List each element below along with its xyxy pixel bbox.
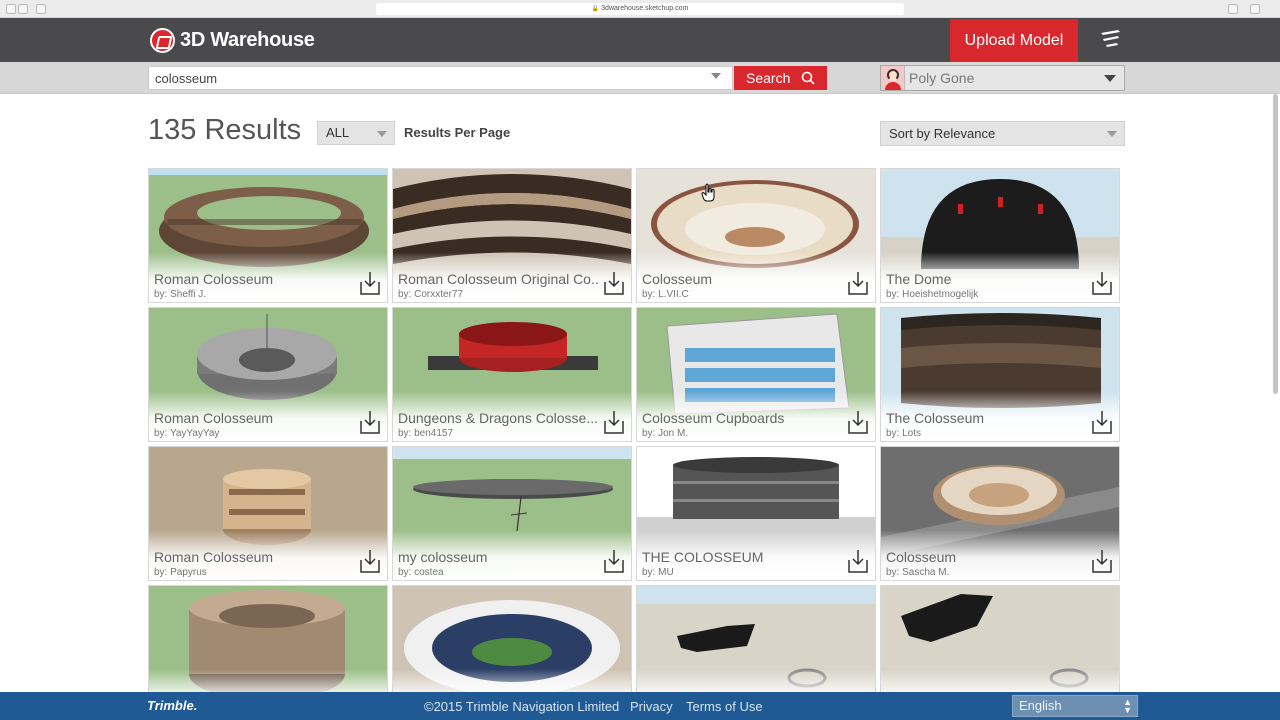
model-author[interactable]: by: YayYayYay [154, 428, 219, 439]
model-title[interactable]: my colosseum [398, 549, 487, 565]
sidebar-icon[interactable] [36, 4, 46, 14]
privacy-link[interactable]: Privacy [630, 699, 673, 714]
download-icon[interactable] [1091, 270, 1113, 296]
model-card[interactable]: The Dome by: Hoeishetmogelijk [880, 168, 1120, 303]
language-value: English [1019, 698, 1062, 713]
model-author[interactable]: by: costea [398, 567, 444, 578]
model-card[interactable]: THE COLOSSEUM by: MU [636, 446, 876, 581]
model-card[interactable]: Colosseum Cupboards by: Jon M. [636, 307, 876, 442]
model-card[interactable]: Roman Colosseum by: Papyrus [148, 446, 388, 581]
search-bar: Search Poly Gone [0, 62, 1280, 94]
model-card[interactable]: Colosseum by: Sascha M. [880, 446, 1120, 581]
upload-model-button[interactable]: Upload Model [950, 19, 1078, 62]
search-button[interactable]: Search [734, 66, 827, 90]
model-author[interactable]: by: ben4157 [398, 428, 453, 439]
model-title[interactable]: Roman Colosseum Original Co... [398, 271, 598, 287]
model-title[interactable]: Colosseum [886, 549, 956, 565]
search-button-label: Search [746, 70, 791, 86]
model-title[interactable]: Dungeons & Dragons Colosse... [398, 410, 598, 426]
model-title[interactable]: Roman Colosseum [154, 271, 273, 287]
model-card[interactable]: Dungeons & Dragons Colosse... by: ben415… [392, 307, 632, 442]
back-icon[interactable] [6, 4, 16, 14]
model-title[interactable]: Colosseum Cupboards [642, 410, 784, 426]
model-author[interactable]: by: Papyrus [154, 567, 207, 578]
sort-select[interactable]: Sort by Relevance [880, 121, 1125, 146]
model-title[interactable]: The Colosseum [886, 410, 984, 426]
download-icon[interactable] [1091, 409, 1113, 435]
model-title[interactable]: Roman Colosseum [154, 549, 273, 565]
download-icon[interactable] [847, 548, 869, 574]
per-page-value: ALL [326, 125, 350, 140]
terms-link[interactable]: Terms of Use [686, 699, 763, 714]
download-icon[interactable] [603, 270, 625, 296]
search-history-caret-icon[interactable] [711, 73, 721, 79]
model-title[interactable]: The Dome [886, 271, 951, 287]
model-author[interactable]: by: Jon M. [642, 428, 688, 439]
model-title[interactable]: Colosseum [642, 271, 712, 287]
download-icon[interactable] [847, 270, 869, 296]
model-title[interactable]: THE COLOSSEUM [642, 549, 763, 565]
browser-toolbar: 🔒 3dwarehouse.sketchup.com [0, 0, 1280, 18]
model-card[interactable]: Colosseum by: L.VII.C [636, 168, 876, 303]
trimble-logo[interactable]: Trimble. [147, 698, 197, 713]
results-per-page-select[interactable]: ALL [317, 121, 395, 145]
download-icon[interactable] [359, 409, 381, 435]
copyright-text: ©2015 Trimble Navigation Limited [424, 699, 620, 714]
search-input[interactable] [148, 66, 733, 90]
site-logo[interactable]: 3D Warehouse [150, 26, 315, 54]
model-title[interactable]: Roman Colosseum [154, 410, 273, 426]
model-author[interactable]: by: Lots [886, 428, 921, 439]
language-select[interactable]: English ▲ ▼ [1012, 695, 1138, 717]
download-icon[interactable] [359, 548, 381, 574]
search-icon [801, 71, 815, 85]
download-icon[interactable] [1091, 548, 1113, 574]
download-icon[interactable] [603, 409, 625, 435]
chevron-down-icon [1104, 75, 1116, 82]
avatar [881, 66, 905, 90]
model-author[interactable]: by: Corxxter77 [398, 289, 463, 300]
sort-value: Sort by Relevance [889, 126, 996, 141]
share-icon[interactable] [1228, 4, 1238, 14]
download-icon[interactable] [603, 548, 625, 574]
model-card[interactable]: Roman Colosseum by: Sheffi J. [148, 168, 388, 303]
hamburger-menu-icon[interactable] [1098, 27, 1124, 53]
results-count: 135 Results [148, 114, 302, 146]
model-author[interactable]: by: Sascha M. [886, 567, 949, 578]
address-text: 3dwarehouse.sketchup.com [601, 5, 689, 12]
model-card[interactable]: Roman Colosseum by: YayYayYay [148, 307, 388, 442]
select-arrows-icon: ▲ ▼ [1123, 697, 1132, 715]
warehouse-logo-icon [150, 27, 175, 53]
logo-text: 3D Warehouse [180, 28, 315, 51]
chevron-down-icon [377, 131, 387, 137]
chevron-down-icon [1107, 131, 1117, 137]
forward-icon[interactable] [18, 4, 28, 14]
download-icon[interactable] [359, 270, 381, 296]
site-header: 3D Warehouse Upload Model [0, 18, 1280, 62]
model-author[interactable]: by: MU [642, 567, 674, 578]
lock-icon: 🔒 [591, 6, 600, 12]
hand-cursor-icon [701, 183, 715, 202]
model-author[interactable]: by: Sheffi J. [154, 289, 206, 300]
address-bar[interactable]: 🔒 3dwarehouse.sketchup.com [376, 3, 904, 15]
model-card[interactable]: The Colosseum by: Lots [880, 307, 1120, 442]
model-author[interactable]: by: L.VII.C [642, 289, 689, 300]
page-scrollbar[interactable] [1273, 94, 1278, 394]
model-author[interactable]: by: Hoeishetmogelijk [886, 289, 978, 300]
user-menu[interactable]: Poly Gone [880, 65, 1125, 91]
download-icon[interactable] [847, 409, 869, 435]
results-per-page-label: Results Per Page [404, 125, 511, 140]
site-footer: Trimble. ©2015 Trimble Navigation Limite… [0, 692, 1280, 720]
model-card[interactable]: my colosseum by: costea [392, 446, 632, 581]
model-card[interactable]: Roman Colosseum Original Co... by: Corxx… [392, 168, 632, 303]
tabs-icon[interactable] [1250, 4, 1260, 14]
user-name: Poly Gone [909, 70, 975, 86]
